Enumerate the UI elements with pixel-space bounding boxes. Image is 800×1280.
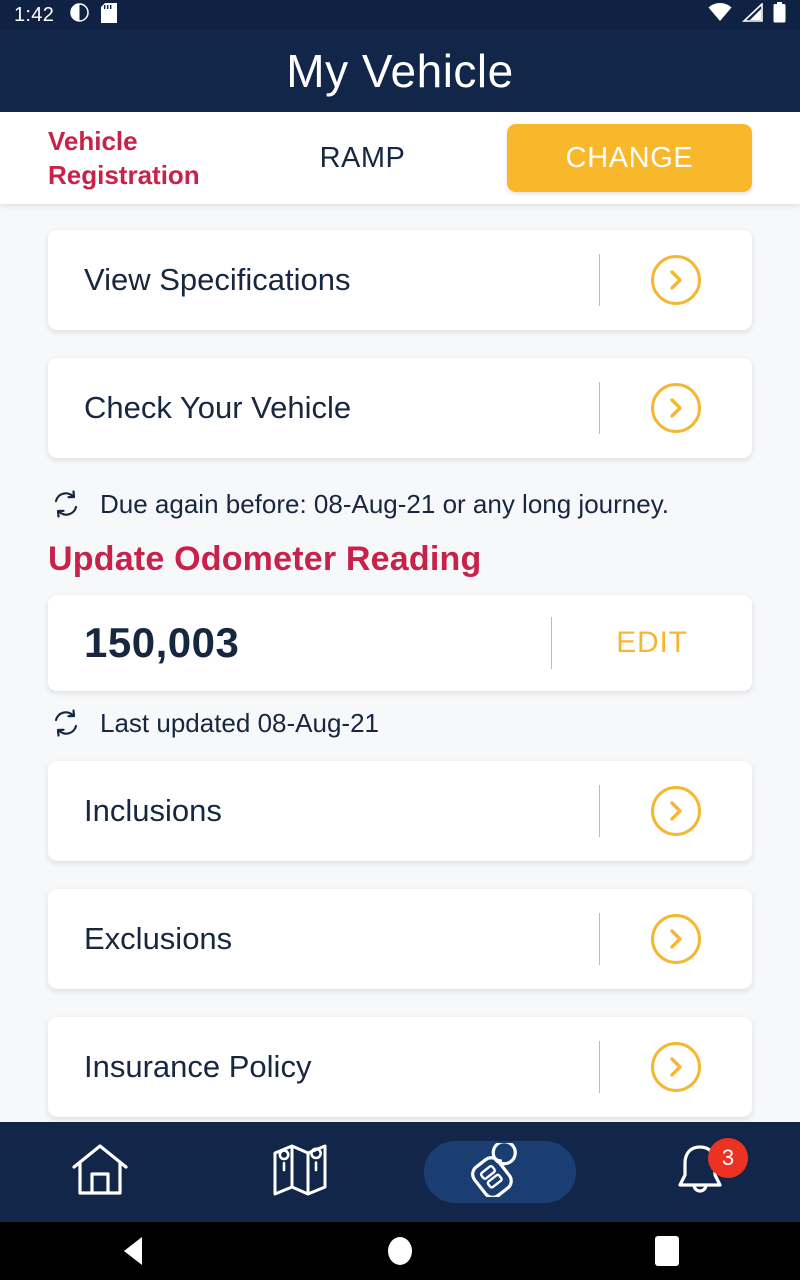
card-exclusions[interactable]: Exclusions xyxy=(48,889,752,989)
chevron-right-icon xyxy=(651,1042,701,1092)
nav-item-vehicle[interactable] xyxy=(400,1122,600,1222)
chevron-right-button[interactable] xyxy=(600,786,752,836)
card-view-specifications[interactable]: View Specifications xyxy=(48,230,752,330)
chevron-right-button[interactable] xyxy=(600,1042,752,1092)
last-updated-text: Last updated 08-Aug-21 xyxy=(100,707,379,738)
chevron-right-icon xyxy=(651,914,701,964)
back-triangle-icon xyxy=(124,1237,143,1265)
do-not-disturb-icon xyxy=(70,3,89,27)
nav-item-notifications[interactable]: 3 xyxy=(600,1122,800,1222)
last-updated-note: Last updated 08-Aug-21 xyxy=(0,705,800,741)
refresh-icon xyxy=(48,486,84,522)
edit-odometer-button[interactable]: EDIT xyxy=(552,626,752,660)
car-key-icon xyxy=(469,1139,531,1202)
due-again-text: Due again before: 08-Aug-21 or any long … xyxy=(100,488,670,519)
card-label: Inclusions xyxy=(84,793,222,828)
system-recents-button[interactable] xyxy=(533,1236,800,1266)
wifi-icon xyxy=(708,3,732,27)
page-title: My Vehicle xyxy=(286,45,514,97)
chevron-right-button[interactable] xyxy=(600,914,752,964)
card-insurance-policy[interactable]: Insurance Policy xyxy=(48,1017,752,1117)
card-label: View Specifications xyxy=(84,262,351,297)
vehicle-registration-bar: Vehicle Registration RAMP CHANGE xyxy=(0,112,800,204)
status-time: 1:42 xyxy=(14,4,55,26)
due-again-note: Due again before: 08-Aug-21 or any long … xyxy=(0,486,800,522)
android-system-nav xyxy=(0,1222,800,1280)
sd-card-icon xyxy=(101,2,118,28)
bottom-navigation-bar: 3 xyxy=(0,1122,800,1222)
odometer-value: 150,003 xyxy=(84,619,240,666)
app-root: 1:42 My Vehicle Vehicle Registration RAM… xyxy=(0,0,800,1280)
system-back-button[interactable] xyxy=(0,1237,267,1265)
system-home-button[interactable] xyxy=(267,1237,534,1265)
recents-square-icon xyxy=(654,1236,679,1266)
change-vehicle-button[interactable]: CHANGE xyxy=(507,124,752,192)
nav-item-map[interactable] xyxy=(200,1122,400,1222)
chevron-right-button[interactable] xyxy=(600,383,752,433)
home-icon xyxy=(70,1141,130,1204)
chevron-right-icon xyxy=(651,383,701,433)
odometer-reading-card[interactable]: 150,003 EDIT xyxy=(48,595,752,691)
status-left-icons xyxy=(70,2,118,28)
card-check-your-vehicle[interactable]: Check Your Vehicle xyxy=(48,358,752,458)
nav-item-home[interactable] xyxy=(0,1122,200,1222)
cellular-signal-icon xyxy=(741,2,763,27)
map-icon xyxy=(271,1141,329,1204)
refresh-icon xyxy=(48,705,84,741)
chevron-right-icon xyxy=(651,255,701,305)
android-status-bar: 1:42 xyxy=(0,0,800,30)
home-circle-icon xyxy=(388,1237,412,1265)
notification-badge: 3 xyxy=(708,1138,748,1178)
status-right-icons xyxy=(708,2,786,28)
battery-icon xyxy=(773,2,786,28)
main-content: View Specifications Check Your Vehicle D… xyxy=(0,204,800,1122)
card-inclusions[interactable]: Inclusions xyxy=(48,761,752,861)
app-bar: My Vehicle xyxy=(0,30,800,112)
nav-active-pill xyxy=(424,1139,576,1203)
registration-label: Vehicle Registration xyxy=(48,125,200,190)
card-label: Insurance Policy xyxy=(84,1049,312,1084)
chevron-right-icon xyxy=(651,786,701,836)
registration-plate-value: RAMP xyxy=(319,141,406,174)
card-label: Exclusions xyxy=(84,921,233,956)
card-label: Check Your Vehicle xyxy=(84,390,352,425)
odometer-section-title: Update Odometer Reading xyxy=(48,540,482,578)
chevron-right-button[interactable] xyxy=(600,255,752,305)
